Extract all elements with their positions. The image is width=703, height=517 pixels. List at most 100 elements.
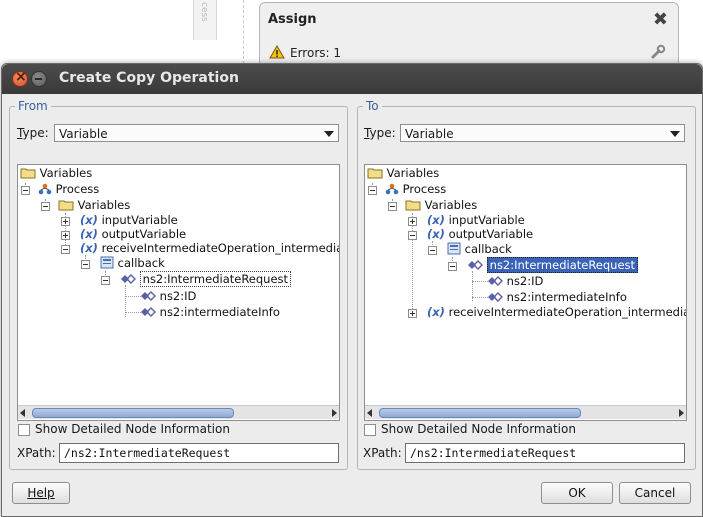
tree-node[interactable]: Variables [58,197,130,213]
chevron-down-icon [670,131,680,137]
from-variable-tree[interactable]: Variables Process Variables (x) inputVar… [17,164,340,421]
variable-icon: (x) [427,227,445,241]
chevron-down-icon [324,131,334,137]
tree-node-label-selected: ns2:IntermediateRequest [486,257,639,273]
element-icon [488,292,503,302]
tree-node[interactable]: Process [385,181,446,197]
process-icon [385,183,399,195]
tree-node[interactable]: callback [100,255,165,271]
cancel-button[interactable]: Cancel [619,482,691,504]
scroll-left-icon[interactable] [20,409,25,417]
collapse-toggle-icon[interactable] [21,186,30,195]
to-xpath-label: XPath: [363,446,402,460]
tree-node[interactable]: Variables [367,165,439,181]
tree-node[interactable]: (x) outputVariable [427,226,533,242]
ok-button[interactable]: OK [541,482,613,504]
tree-node-label: outputVariable [448,227,534,241]
collapse-toggle-icon[interactable] [388,202,397,211]
element-icon [141,307,156,317]
tree-node[interactable]: Variables [20,165,92,181]
horizontal-scrollbar[interactable] [365,405,686,419]
tree-node[interactable]: ns2:intermediateInfo [140,304,280,320]
to-show-detail-checkbox[interactable] [364,424,376,436]
horizontal-scrollbar[interactable] [18,405,339,419]
cancel-button-label: Cancel [634,486,676,500]
tree-node[interactable]: Process [38,181,99,197]
to-type-select[interactable]: Variable [400,124,685,142]
folder-icon [367,168,383,179]
dialog-titlebar[interactable]: Create Copy Operation [2,64,702,94]
tree-node-label: ns2:ID [159,289,197,303]
scroll-right-icon[interactable] [332,409,337,417]
tree-node-label: inputVariable [448,213,525,227]
expand-toggle-icon[interactable] [61,217,70,226]
collapse-toggle-icon[interactable] [61,245,70,254]
assign-title: Assign [268,12,317,27]
tree-node-label: ns2:intermediateInfo [506,290,627,304]
dialog-title: Create Copy Operation [59,70,239,86]
close-icon[interactable]: ✖ [653,11,668,29]
element-icon [141,291,156,301]
tree-node-label: outputVariable [101,227,187,241]
canvas-divider [243,0,244,64]
tree-node[interactable]: ns2:IntermediateRequest [120,271,292,287]
tree-node[interactable]: ns2:intermediateInfo [487,289,627,305]
tree-node-label: ns2:IntermediateRequest [139,271,292,287]
message-part-icon [100,256,114,269]
collapse-toggle-icon[interactable] [41,202,50,211]
from-type-label: Type: [17,126,49,140]
tree-node[interactable]: ns2:IntermediateRequest [467,257,639,273]
to-type-label: Type: [364,126,396,140]
tree-node-label: Process [55,182,100,196]
scrollbar-thumb[interactable] [32,408,234,418]
tree-node-label: inputVariable [101,213,178,227]
scroll-left-icon[interactable] [367,409,372,417]
tree-node-label: Process [402,182,447,196]
tree-node-label: callback [117,256,165,270]
from-show-detail-label: Show Detailed Node Information [35,422,230,436]
to-xpath-field[interactable]: /ns2:IntermediateRequest [405,443,685,463]
from-show-detail-checkbox[interactable] [18,424,30,436]
from-xpath-field[interactable]: /ns2:IntermediateRequest [59,443,339,463]
expand-toggle-icon[interactable] [408,309,417,318]
tree-node[interactable]: (x) receiveIntermediateOperation_interme… [80,240,339,256]
create-copy-operation-dialog: Create Copy Operation From Type: Variabl… [1,63,703,517]
collapse-toggle-icon[interactable] [101,276,110,285]
from-group-label: From [15,99,51,113]
tree-node[interactable]: callback [447,241,512,257]
window-minimize-button[interactable] [31,71,47,87]
expand-toggle-icon[interactable] [408,217,417,226]
to-type-value: Variable [405,127,454,141]
wrench-icon[interactable] [650,44,666,60]
tree-node[interactable]: ns2:ID [140,288,196,304]
scroll-right-icon[interactable] [679,409,684,417]
message-part-icon [447,242,461,255]
scrollbar-thumb[interactable] [379,408,581,418]
collapse-toggle-icon[interactable] [428,246,437,255]
tree-node[interactable]: (x) receiveIntermediateOperation_interme… [427,304,687,320]
tree-node-label: Variables [77,198,131,212]
to-group-label: To [363,99,382,113]
process-side-strip: cess [193,0,217,40]
tree-node-label: Variables [424,198,478,212]
collapse-toggle-icon[interactable] [81,260,90,269]
to-variable-tree[interactable]: Variables Process Variables (x) inputVar… [364,164,687,421]
process-icon [38,183,52,195]
tree-node[interactable]: ns2:ID [487,273,543,289]
variable-icon: (x) [80,241,98,255]
tree-node[interactable]: Variables [405,197,477,213]
collapse-toggle-icon[interactable] [368,186,377,195]
expand-toggle-icon[interactable] [61,231,70,240]
collapse-toggle-icon[interactable] [408,231,417,240]
collapse-toggle-icon[interactable] [448,262,457,271]
ok-button-label: OK [568,486,586,500]
help-button[interactable]: Help [12,482,70,504]
from-type-select[interactable]: Variable [54,124,339,142]
tree-node-label: receiveIntermediateOperation_intermedia [448,305,687,319]
element-icon [488,276,503,286]
window-close-button[interactable] [12,69,28,87]
process-side-strip-label: cess [199,2,209,22]
variable-icon: (x) [427,213,445,227]
variable-icon: (x) [80,227,98,241]
tree-node-label: ns2:ID [506,274,544,288]
